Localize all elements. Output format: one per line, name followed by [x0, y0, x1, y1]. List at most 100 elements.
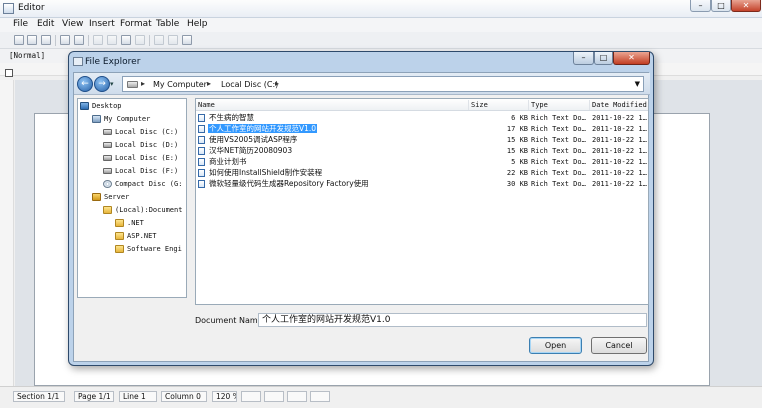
dialog-close-button[interactable]: ✕ [613, 52, 650, 65]
drive-icon [103, 155, 112, 161]
rtf-file-icon [198, 158, 205, 166]
file-row[interactable]: 如何使用InstallShield制作安装程 22 KB Rich Text D… [196, 168, 648, 179]
undo-icon[interactable] [154, 35, 164, 45]
tree-item-local-disc-e[interactable]: Local Disc (E:) [103, 153, 178, 164]
history-dropdown-icon[interactable]: ▾ [110, 80, 118, 88]
menu-format[interactable]: Format [120, 19, 152, 29]
file-date-cell: 2011-10-22 1… [592, 114, 647, 122]
save-icon[interactable] [41, 35, 51, 45]
column-header-size[interactable]: Size [468, 100, 528, 110]
new-document-icon[interactable] [14, 35, 24, 45]
rtf-file-icon [198, 147, 205, 155]
status-cell-empty [241, 391, 261, 402]
paste-icon[interactable] [121, 35, 131, 45]
tree-label: (Local):Document [115, 206, 183, 214]
print-preview-icon[interactable] [74, 35, 84, 45]
tab-stop-icon[interactable] [5, 69, 13, 77]
address-dropdown-icon[interactable]: ▼ [635, 80, 640, 88]
column-header-date[interactable]: Date Modified [589, 100, 648, 110]
cancel-button[interactable]: Cancel [591, 337, 647, 354]
tree-item-local-disc-c[interactable]: Local Disc (C:) [103, 127, 178, 138]
tree-item-desktop[interactable]: Desktop [80, 101, 122, 112]
back-arrow-icon[interactable]: ← [77, 76, 93, 92]
print-icon[interactable] [60, 35, 70, 45]
breadcrumb-local-disc[interactable]: Local Disc (C:) [221, 80, 278, 89]
tree-item-my-computer[interactable]: My Computer [92, 114, 150, 125]
file-row[interactable]: 商业计划书 5 KB Rich Text Do… 2011-10-22 1… [196, 157, 648, 168]
drive-icon [127, 81, 138, 88]
tree-item-compact-disc-g[interactable]: Compact Disc (G: [103, 179, 182, 190]
column-header-name[interactable]: Name [196, 100, 468, 110]
tree-item-local-disc-f[interactable]: Local Disc (F:) [103, 166, 178, 177]
rtf-file-icon [198, 114, 205, 122]
menu-file[interactable]: File [13, 19, 28, 29]
file-type-cell: Rich Text Do… [531, 180, 586, 188]
copy-icon[interactable] [107, 35, 117, 45]
breadcrumb-my-computer[interactable]: My Computer [153, 80, 207, 89]
file-row[interactable]: 不生病的智慧 6 KB Rich Text Do… 2011-10-22 1… [196, 113, 648, 124]
breadcrumb-separator: ▸ [275, 79, 280, 88]
folder-tree[interactable]: Desktop My Computer Local Disc (C:) Loca… [77, 98, 187, 298]
file-list-header: Name Size Type Date Modified [196, 99, 648, 111]
tree-item-server[interactable]: Server [92, 192, 129, 203]
file-row[interactable]: 使用VS2005调试ASP程序 15 KB Rich Text Do… 2011… [196, 135, 648, 146]
rtf-file-icon [198, 125, 205, 133]
maximize-button[interactable]: □ [711, 0, 731, 12]
dialog-minimize-button[interactable]: – [573, 52, 594, 65]
rtf-file-icon [198, 169, 205, 177]
tree-item-local-disc-d[interactable]: Local Disc (D:) [103, 140, 178, 151]
file-row[interactable]: 微软轻量级代码生成器Repository Factory使用 30 KB Ric… [196, 179, 648, 190]
status-cell-empty [264, 391, 284, 402]
menu-insert[interactable]: Insert [89, 19, 115, 29]
find-icon[interactable] [182, 35, 192, 45]
toolbar [0, 32, 762, 49]
open-button[interactable]: Open [529, 337, 582, 354]
rtf-file-icon [198, 136, 205, 144]
close-button[interactable]: ✕ [731, 0, 761, 12]
status-column: Column 0 [161, 391, 207, 402]
open-folder-icon[interactable] [27, 35, 37, 45]
file-date-cell: 2011-10-22 1… [592, 158, 647, 166]
redo-icon[interactable] [168, 35, 178, 45]
tree-label: ASP.NET [127, 232, 157, 240]
address-bar[interactable]: ▸ My Computer ▸ Local Disc (C:) ▸ ▼ [122, 76, 644, 92]
column-header-type[interactable]: Type [528, 100, 589, 110]
status-page: Page 1/1 [74, 391, 114, 402]
drive-icon [103, 142, 112, 148]
file-name-cell: 如何使用InstallShield制作安装程 [198, 168, 466, 179]
document-name-label: Document Name: [195, 316, 266, 325]
dialog-icon [73, 57, 83, 66]
file-size-cell: 6 KB [511, 114, 528, 122]
tree-label: Local Disc (C:) [115, 128, 179, 136]
file-type-cell: Rich Text Do… [531, 114, 586, 122]
tree-item-dotnet[interactable]: .NET [115, 218, 144, 229]
forward-arrow-icon[interactable]: → [94, 76, 110, 92]
file-type-cell: Rich Text Do… [531, 169, 586, 177]
app-icon [3, 3, 14, 14]
file-size-cell: 17 KB [506, 125, 528, 133]
file-size-cell: 30 KB [506, 180, 528, 188]
cut-icon[interactable] [93, 35, 103, 45]
menu-view[interactable]: View [62, 19, 83, 29]
tree-item-local-document[interactable]: (Local):Document [103, 205, 182, 216]
menu-table[interactable]: Table [156, 19, 179, 29]
file-date-cell: 2011-10-22 1… [592, 136, 647, 144]
tree-label: My Computer [104, 115, 151, 123]
tree-label: Local Disc (D:) [115, 141, 179, 149]
menu-help[interactable]: Help [187, 19, 208, 29]
file-name-cell: 微软轻量级代码生成器Repository Factory使用 [198, 179, 466, 190]
computer-icon [92, 115, 101, 123]
file-row-selected[interactable]: 个人工作室的网站开发规范V1.0 17 KB Rich Text Do… 201… [196, 124, 648, 135]
style-selector[interactable]: [Normal] [9, 51, 45, 60]
file-name-cell: 汉华NET简历20080903 [198, 146, 466, 157]
file-row[interactable]: 汉华NET简历20080903 15 KB Rich Text Do… 2011… [196, 146, 648, 157]
tree-item-software-engi[interactable]: Software Engi [115, 244, 182, 255]
tree-item-asp-net[interactable]: ASP.NET [115, 231, 157, 242]
delete-icon[interactable] [135, 35, 145, 45]
document-name-input[interactable]: 个人工作室的网站开发规范V1.0 [258, 313, 647, 327]
file-list[interactable]: Name Size Type Date Modified 不生病的智慧 6 KB… [195, 98, 649, 305]
minimize-button[interactable]: – [690, 0, 711, 12]
menu-edit[interactable]: Edit [37, 19, 54, 29]
tree-label: Compact Disc (G: [115, 180, 183, 188]
dialog-maximize-button[interactable]: □ [594, 52, 613, 65]
